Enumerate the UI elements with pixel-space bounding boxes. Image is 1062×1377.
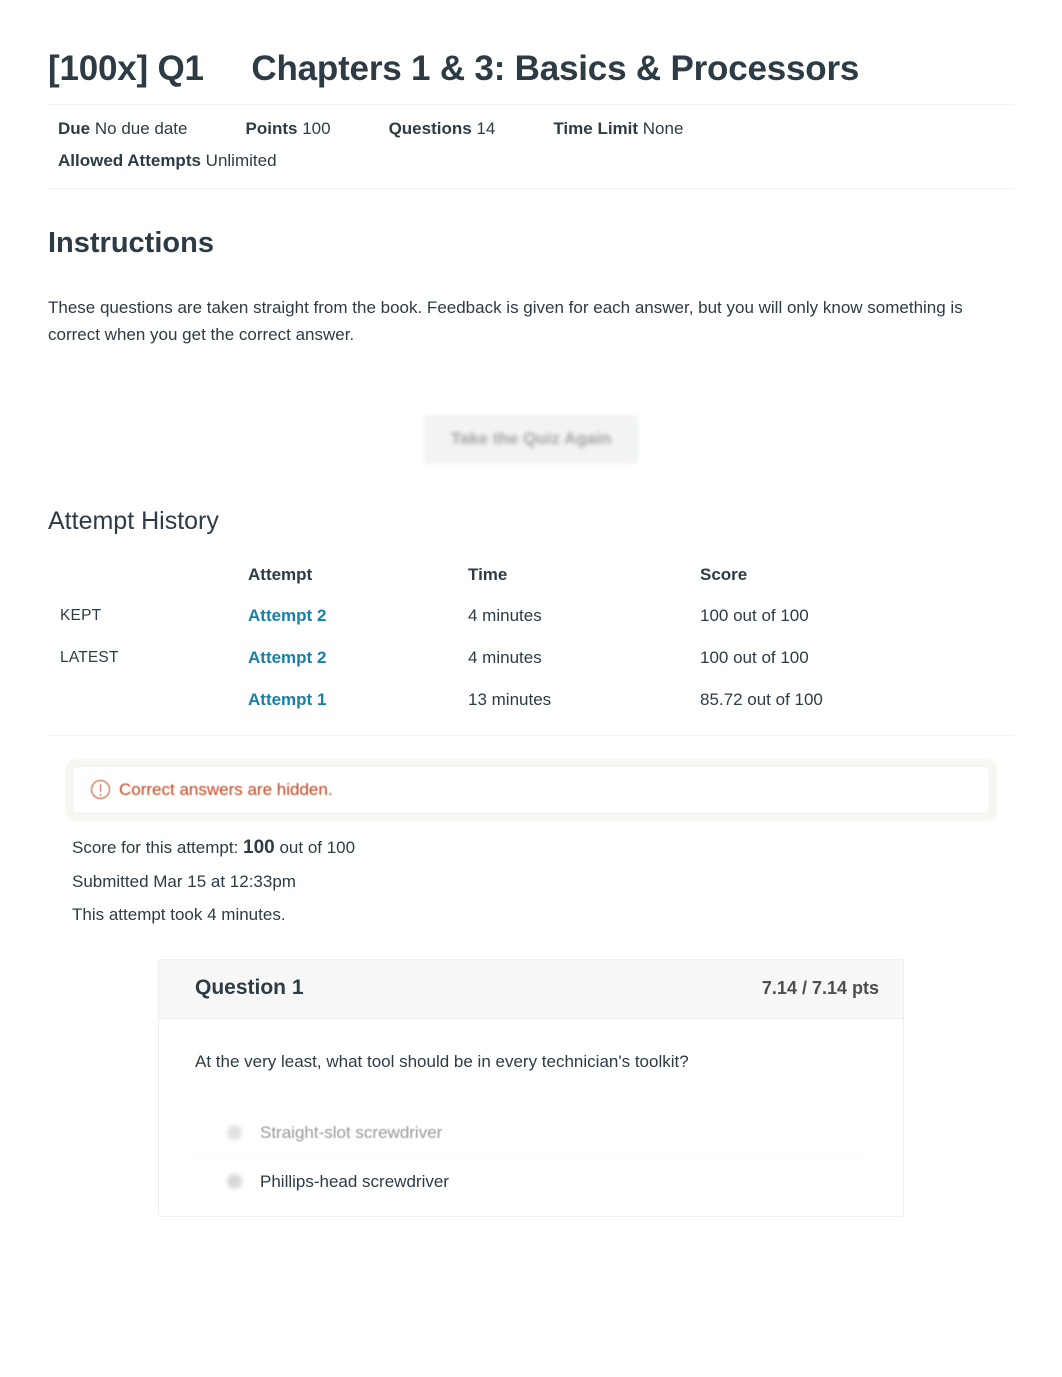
attempt-history-table: Attempt Time Score KEPT Attempt 2 4 minu… [48, 554, 1008, 721]
radio-button-icon[interactable] [227, 1125, 242, 1141]
row-status [48, 679, 248, 721]
warning-circle-icon [91, 780, 110, 800]
question-header: Question 1 7.14 / 7.14 pts [159, 960, 903, 1020]
attempt-score-line: Score for this attempt: 100 out of 100 [72, 830, 1014, 866]
row-status: LATEST [60, 648, 119, 666]
radio-button-icon[interactable] [227, 1174, 242, 1190]
answer-list: Straight-slot screwdriver Phillips-head … [195, 1109, 867, 1206]
attempt-link[interactable]: Attempt 1 [248, 690, 326, 709]
take-quiz-again-button[interactable]: Take the Quiz Again [423, 414, 639, 463]
page-title: [100x] Q1 Chapters 1 & 3: Basics & Proce… [48, 49, 860, 88]
meta-points-value: 100 [302, 119, 331, 138]
meta-time-limit: Time Limit None [553, 113, 683, 145]
answer-option[interactable]: Straight-slot screwdriver [195, 1109, 867, 1157]
meta-allowed-attempts-value: Unlimited [205, 151, 277, 171]
table-row: LATEST Attempt 2 4 minutes 100 out of 10… [48, 637, 1008, 679]
row-score: 100 out of 100 [700, 605, 809, 625]
column-score: Score [700, 564, 748, 584]
column-status [48, 554, 248, 595]
meta-questions: Questions 14 [389, 113, 496, 145]
meta-points: Points 100 [246, 113, 331, 145]
divider [48, 734, 1014, 736]
hidden-answers-alert-wrap: Correct answers are hidden. [48, 765, 1014, 814]
submitted-line: Submitted Mar 15 at 12:33pm [72, 872, 296, 892]
table-row: Attempt 1 13 minutes 85.72 out of 100 [48, 679, 1008, 721]
row-score: 100 out of 100 [700, 647, 809, 667]
answer-label: Straight-slot screwdriver [260, 1122, 443, 1142]
meta-time-limit-label: Time Limit [553, 119, 639, 138]
meta-questions-value: 14 [476, 119, 496, 138]
row-time: 13 minutes [468, 689, 552, 709]
question-body: At the very least, what tool should be i… [159, 1019, 903, 1216]
quiz-meta: Due No due date Points 100 Questions 14 … [48, 104, 1014, 189]
answer-label: Phillips-head screwdriver [260, 1171, 449, 1191]
column-time: Time [468, 564, 508, 584]
meta-due-value: No due date [94, 119, 188, 138]
score-prefix: Score for this attempt: [72, 837, 239, 857]
meta-due: Due No due date [58, 113, 188, 145]
score-suffix: out of 100 [279, 837, 356, 857]
alert-text: Correct answers are hidden. [119, 779, 333, 799]
attempt-history-heading: Attempt History [48, 506, 219, 535]
table-header-row: Attempt Time Score [48, 554, 1008, 595]
meta-points-label: Points [245, 119, 298, 138]
meta-time-limit-value: None [642, 119, 684, 138]
answer-option[interactable]: Phillips-head screwdriver [195, 1156, 867, 1206]
question-block: Question 1 7.14 / 7.14 pts At the very l… [158, 959, 904, 1217]
instructions-heading: Instructions [48, 226, 214, 259]
meta-allowed-attempts: Allowed Attempts Unlimited [58, 145, 277, 177]
column-attempt: Attempt [248, 564, 313, 584]
table-row: KEPT Attempt 2 4 minutes 100 out of 100 [48, 595, 1008, 637]
question-name: Question 1 [195, 976, 304, 1000]
meta-due-label: Due [58, 119, 91, 138]
question-points: 7.14 / 7.14 pts [761, 977, 879, 998]
meta-questions-label: Questions [388, 119, 472, 138]
instructions-text: These questions are taken straight from … [48, 297, 963, 345]
row-status: KEPT [60, 606, 102, 624]
attempt-summary: Score for this attempt: 100 out of 100 S… [48, 830, 1014, 932]
quiz-results-page: [100x] Q1 Chapters 1 & 3: Basics & Proce… [0, 0, 1062, 1377]
question-text: At the very least, what tool should be i… [195, 1052, 689, 1072]
attempt-link[interactable]: Attempt 2 [248, 648, 326, 667]
attempt-link[interactable]: Attempt 2 [248, 606, 326, 625]
score-value: 100 [243, 836, 275, 858]
meta-allowed-attempts-label: Allowed Attempts [58, 151, 201, 171]
duration-line: This attempt took 4 minutes. [72, 904, 286, 924]
row-score: 85.72 out of 100 [700, 689, 823, 709]
quiz-actions: Take the Quiz Again [48, 414, 1014, 463]
hidden-answers-alert: Correct answers are hidden. [72, 765, 990, 814]
row-time: 4 minutes [468, 647, 542, 667]
row-time: 4 minutes [468, 605, 542, 625]
